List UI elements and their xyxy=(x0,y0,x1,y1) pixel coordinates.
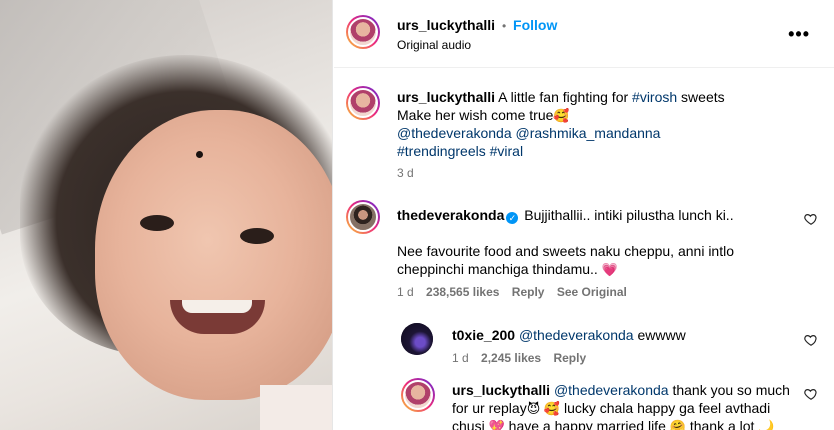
reply-1-line: t0xie_200 @thedeverakonda ewwww xyxy=(452,326,792,344)
video-subject-bindi xyxy=(196,151,203,158)
reply-reply-button[interactable]: Reply xyxy=(553,351,586,365)
comment-1-meta: 1 d 238,565 likes Reply See Original xyxy=(397,285,636,299)
hashtag-trendingreels[interactable]: #trendingreels xyxy=(397,143,486,159)
sparkling-heart-emoji-icon: 💖 xyxy=(488,419,505,430)
mention-rashmika-mandanna[interactable]: @rashmika_mandanna xyxy=(516,125,661,141)
comment-text-end: cheppinchi manchiga thindamu.. xyxy=(397,261,598,277)
post-panel: urs_luckythalli • Follow Original audio … xyxy=(334,0,834,430)
reply-2-line-2: for ur replay😈 🥰 lucky chala happy ga fe… xyxy=(452,399,792,418)
video-subject-eye-right xyxy=(240,228,274,244)
audio-label[interactable]: Original audio xyxy=(397,36,471,54)
reply-2-line-1: urs_luckythalli @thedeverakonda thank yo… xyxy=(452,381,792,399)
reply-text: lucky chala happy ga feel avthadi xyxy=(560,400,771,416)
devil-and-hearts-emoji-icon: 😈 🥰 xyxy=(526,401,561,416)
comment-1-line-3: cheppinchi manchiga thindamu.. 💗 xyxy=(397,260,618,279)
hugging-emoji-icon: 🥰 xyxy=(553,108,570,123)
more-options-icon[interactable]: ••• xyxy=(788,24,810,45)
author-line: urs_luckythalli • Follow xyxy=(397,16,557,35)
reply-text: have a happy married life xyxy=(504,418,670,430)
reply-text: chusi xyxy=(452,418,489,430)
comment-1-line-1: thedeverakonda ✓ Bujjithallii.. intiki pi… xyxy=(397,206,797,224)
video-subject-neck xyxy=(260,385,332,430)
video-subject-face xyxy=(95,110,332,400)
reply-button[interactable]: Reply xyxy=(512,285,545,299)
hug-emoji-icon: 🤗 xyxy=(669,419,686,430)
caption-text-prefix: A little fan fighting for xyxy=(498,89,633,105)
follow-button[interactable]: Follow xyxy=(513,17,557,33)
comment-likes[interactable]: 238,565 likes xyxy=(426,285,499,299)
reel-video[interactable] xyxy=(0,0,333,430)
caption-text-suffix: sweets xyxy=(677,89,725,105)
video-subject-teeth xyxy=(182,300,252,313)
hashtag-virosh[interactable]: #virosh xyxy=(632,89,677,105)
reply-username[interactable]: t0xie_200 xyxy=(452,327,515,343)
hashtag-viral[interactable]: #viral xyxy=(490,143,523,159)
post-header: urs_luckythalli • Follow Original audio … xyxy=(334,0,834,68)
reply-1-meta: 1 d 2,245 likes Reply xyxy=(452,351,595,365)
reply-timestamp[interactable]: 1 d xyxy=(452,351,469,365)
caption-line-1: urs_luckythalli A little fan fighting fo… xyxy=(397,88,817,106)
reply-avatar[interactable] xyxy=(401,323,433,355)
reply-mention[interactable]: @thedeverakonda xyxy=(554,382,669,398)
comment-text: Bujjithallii.. intiki pilustha lunch ki.… xyxy=(524,207,734,223)
see-original-button[interactable]: See Original xyxy=(557,285,627,299)
author-avatar[interactable] xyxy=(346,15,380,49)
comment-timestamp[interactable]: 1 d xyxy=(397,285,414,299)
reply-likes[interactable]: 2,245 likes xyxy=(481,351,541,365)
comment-username[interactable]: thedeverakonda xyxy=(397,207,504,223)
reply-text: for ur replay xyxy=(452,400,527,416)
verified-badge-icon: ✓ xyxy=(506,212,519,224)
moon-emoji-icon: 🌙 xyxy=(758,419,775,430)
reply-text: ewwww xyxy=(633,327,686,343)
video-subject-eye-left xyxy=(140,215,174,231)
reply-text: thank you so much xyxy=(668,382,790,398)
caption-avatar[interactable] xyxy=(346,86,380,120)
author-username[interactable]: urs_luckythalli xyxy=(397,17,495,33)
pink-heart-emoji-icon: 💗 xyxy=(601,262,618,277)
heart-outline-icon[interactable] xyxy=(804,212,818,226)
mention-thedeverakonda[interactable]: @thedeverakonda xyxy=(397,125,512,141)
comment-avatar[interactable] xyxy=(346,200,380,234)
caption-line-3: @thedeverakonda @rashmika_mandanna xyxy=(397,124,660,142)
heart-outline-icon[interactable] xyxy=(804,387,818,401)
reply-text: thank a lot xyxy=(685,418,759,430)
reply-username[interactable]: urs_luckythalli xyxy=(452,382,550,398)
header-separator: • xyxy=(501,19,507,33)
reply-2-line-3: chusi 💖 have a happy married life 🤗 than… xyxy=(452,417,812,430)
heart-outline-icon[interactable] xyxy=(804,333,818,347)
caption-username[interactable]: urs_luckythalli xyxy=(397,89,495,105)
comment-1-line-2: Nee favourite food and sweets naku chepp… xyxy=(397,243,735,259)
reply-mention[interactable]: @thedeverakonda xyxy=(519,327,634,343)
caption-line-2: Make her wish come true🥰 xyxy=(397,106,570,125)
reply-avatar[interactable] xyxy=(401,378,435,412)
caption-line-4: #trendingreels #viral xyxy=(397,142,523,160)
caption-timestamp[interactable]: 3 d xyxy=(397,166,414,180)
caption-wish-text: Make her wish come true xyxy=(397,107,554,123)
